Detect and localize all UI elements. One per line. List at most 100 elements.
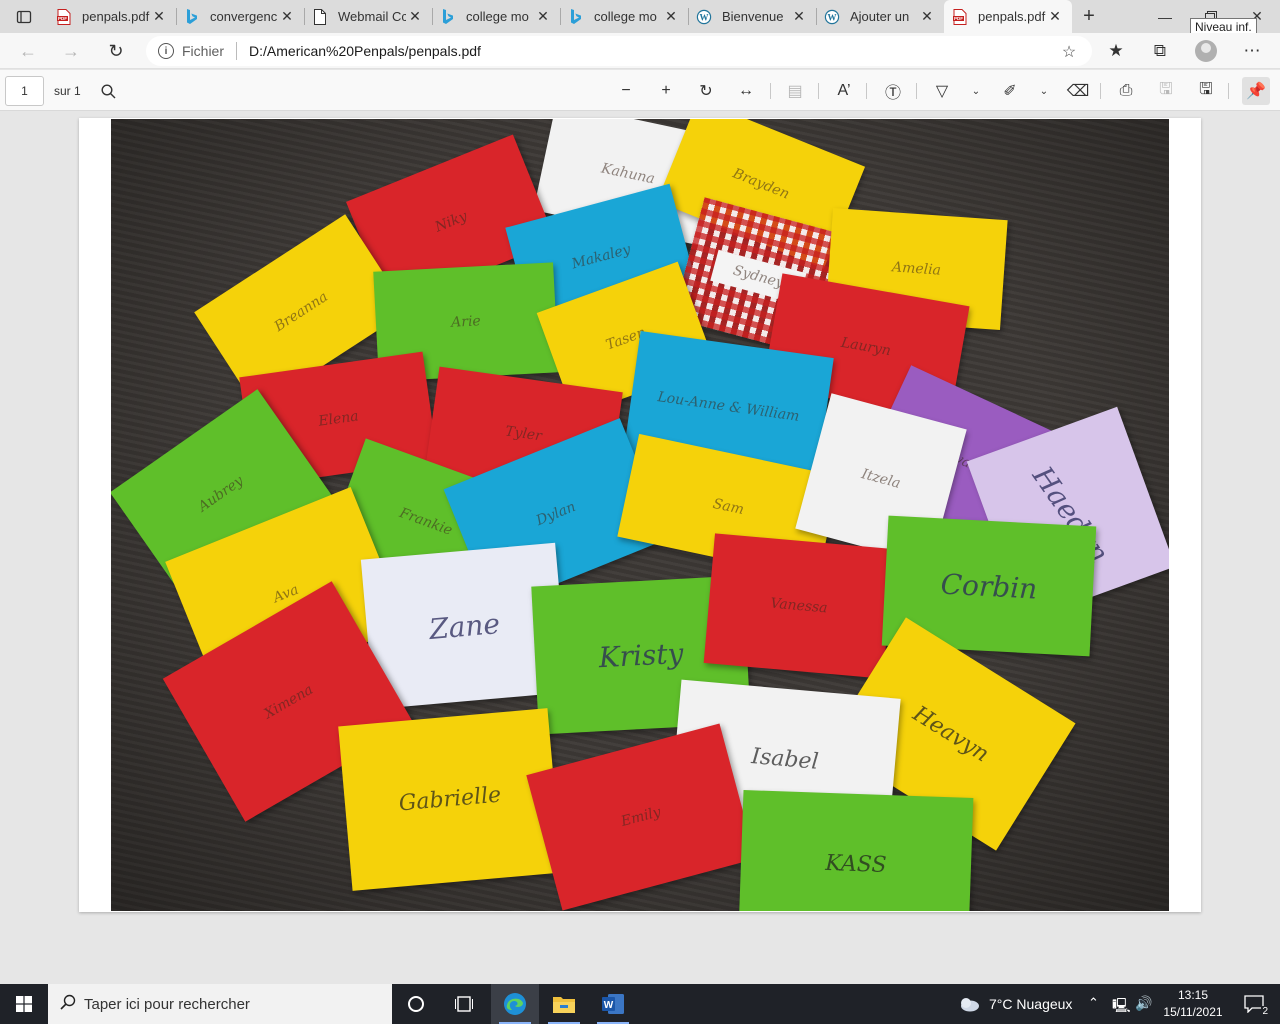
add-text-button[interactable]: Ⓣ bbox=[879, 77, 907, 105]
page-view-button[interactable]: ▤ bbox=[781, 77, 809, 105]
envelope-name: Gabrielle bbox=[397, 782, 503, 817]
close-tab-icon[interactable]: ✕ bbox=[1046, 8, 1064, 25]
envelope: Vanessa bbox=[703, 533, 895, 679]
envelope-name: Lou-Anne & William bbox=[656, 388, 801, 425]
page-number-input[interactable]: 1 bbox=[5, 76, 44, 106]
search-placeholder: Taper ici pour rechercher bbox=[84, 995, 250, 1013]
tab-title: Ajouter un bbox=[850, 9, 910, 24]
envelope-name: Tyler bbox=[504, 423, 543, 445]
cortana-icon bbox=[408, 996, 424, 1012]
close-tab-icon[interactable]: ✕ bbox=[406, 8, 424, 25]
envelope-name: Elena bbox=[317, 408, 360, 430]
rotate-button[interactable]: ↻ bbox=[692, 77, 720, 105]
close-tab-icon[interactable]: ✕ bbox=[662, 8, 680, 25]
pdf-page: Kahuna Brayden Niky Makaley Sydney Amelia Brea… bbox=[79, 118, 1201, 912]
volume-icon[interactable]: 🔊 bbox=[1135, 995, 1152, 1012]
network-icon[interactable]: 🖳 bbox=[1112, 995, 1131, 1019]
tab-4[interactable]: college mo ✕ bbox=[432, 0, 560, 33]
envelope-name: KASS bbox=[824, 850, 888, 878]
zoom-in-button[interactable]: + bbox=[652, 77, 680, 105]
tab-2[interactable]: convergenc ✕ bbox=[176, 0, 304, 33]
envelope-name: Breanna bbox=[271, 288, 331, 335]
new-tab-button[interactable]: + bbox=[1072, 0, 1106, 33]
search-icon bbox=[60, 994, 76, 1015]
url-separator bbox=[236, 42, 238, 60]
print-button[interactable]: ⎙ bbox=[1112, 77, 1140, 105]
zoom-out-button[interactable]: − bbox=[612, 77, 640, 105]
draw-button[interactable]: ▽ bbox=[928, 77, 956, 105]
edge-taskbar-button[interactable] bbox=[491, 984, 539, 1024]
file-explorer-button[interactable] bbox=[540, 984, 588, 1024]
word-button[interactable]: W bbox=[589, 984, 637, 1024]
envelope-name: Brayden bbox=[730, 165, 792, 203]
show-hidden-icons-chevron[interactable]: ⌃ bbox=[1088, 995, 1099, 1011]
read-aloud-button[interactable]: A’ bbox=[830, 77, 858, 105]
weather-text[interactable]: 7°C Nuageux bbox=[989, 996, 1072, 1012]
collections-button[interactable]: ⧉ bbox=[1146, 37, 1174, 65]
close-tab-icon[interactable]: ✕ bbox=[534, 8, 552, 25]
taskbar: Taper ici pour rechercher W 7°C Nuageux … bbox=[0, 984, 1280, 1024]
highlight-options-chevron[interactable]: ⌄ bbox=[1030, 77, 1058, 105]
back-button[interactable]: ← bbox=[13, 37, 43, 65]
envelope-name: Vanessa bbox=[769, 595, 829, 617]
close-tab-icon[interactable]: ✕ bbox=[918, 8, 936, 25]
envelope-name: Sam bbox=[711, 495, 746, 518]
tab-7[interactable]: W Ajouter un ✕ bbox=[816, 0, 944, 33]
envelope-name: Aubrey bbox=[195, 472, 247, 516]
page-icon bbox=[312, 8, 328, 25]
refresh-button[interactable]: ↻ bbox=[101, 37, 131, 65]
close-tab-icon[interactable]: ✕ bbox=[278, 8, 296, 25]
save-button[interactable]: 🖫 bbox=[1152, 77, 1180, 105]
envelope-name: Arie bbox=[450, 313, 482, 331]
draw-options-chevron[interactable]: ⌄ bbox=[962, 77, 990, 105]
close-tab-icon[interactable]: ✕ bbox=[790, 8, 808, 25]
task-view-button[interactable] bbox=[392, 984, 440, 1024]
close-tab-icon[interactable]: ✕ bbox=[150, 8, 168, 25]
tab-6[interactable]: W Bienvenue ✕ bbox=[688, 0, 816, 33]
address-bar[interactable]: i Fichier D:/American%20Penpals/penpals.… bbox=[146, 36, 1092, 66]
tab-title: college mo bbox=[594, 9, 657, 24]
svg-text:W: W bbox=[700, 12, 709, 22]
url-scheme: Fichier bbox=[182, 43, 225, 59]
envelope-name: Itzela bbox=[859, 466, 903, 492]
search-icon bbox=[100, 83, 115, 98]
weather-icon[interactable] bbox=[954, 984, 984, 1024]
more-options-button[interactable]: ⋯ bbox=[1238, 37, 1266, 65]
url-text[interactable]: D:/American%20Penpals/penpals.pdf bbox=[249, 43, 481, 59]
tab-actions-button[interactable] bbox=[0, 0, 48, 33]
pdf-toolbar: 1 sur 1 − + ↻ ↔ ▤ A’ Ⓣ ▽ ⌄ ✐ ⌄ ⌫ ⎙ 🖫 🖫 📌 bbox=[0, 70, 1280, 111]
minimize-button[interactable]: — bbox=[1142, 0, 1188, 33]
fit-page-button[interactable]: ↔ bbox=[732, 77, 760, 105]
avatar[interactable] bbox=[1195, 40, 1217, 62]
task-view-button-2[interactable] bbox=[440, 984, 488, 1024]
find-button[interactable] bbox=[94, 77, 122, 105]
tab-title: Bienvenue bbox=[722, 9, 784, 24]
tab-5[interactable]: college mo ✕ bbox=[560, 0, 688, 33]
pin-toolbar-button[interactable]: 📌 bbox=[1242, 77, 1270, 105]
notifications-button[interactable]: 2 bbox=[1234, 984, 1274, 1024]
highlight-button[interactable]: ✐ bbox=[996, 77, 1024, 105]
chevron-down-icon: ⌄ bbox=[971, 85, 981, 97]
taskbar-search[interactable]: Taper ici pour rechercher bbox=[48, 984, 392, 1024]
add-favorite-icon[interactable]: ☆ bbox=[1060, 42, 1078, 61]
forward-button[interactable]: → bbox=[56, 37, 86, 65]
envelope-name: Kristy bbox=[597, 636, 685, 674]
wordpress-icon: W bbox=[696, 9, 712, 25]
favorites-button[interactable]: ★ bbox=[1102, 37, 1130, 65]
erase-button[interactable]: ⌫ bbox=[1064, 77, 1092, 105]
tab-3[interactable]: Webmail Cc ✕ bbox=[304, 0, 432, 33]
tab-1[interactable]: PDF penpals.pdf ✕ bbox=[48, 0, 176, 33]
envelope: KASS bbox=[738, 790, 974, 911]
bing-icon bbox=[184, 8, 200, 25]
tab-8[interactable]: PDF penpals.pdf ✕ bbox=[944, 0, 1072, 33]
task-view-icon bbox=[455, 996, 473, 1012]
toolbar-separator bbox=[866, 83, 867, 99]
pdf-viewer[interactable]: Kahuna Brayden Niky Makaley Sydney Amelia Brea… bbox=[0, 111, 1280, 985]
info-icon[interactable]: i bbox=[158, 43, 174, 59]
tab-actions-icon bbox=[16, 10, 32, 23]
clock[interactable]: 13:15 15/11/2021 bbox=[1160, 987, 1226, 1021]
start-button[interactable] bbox=[0, 984, 48, 1024]
pdf-icon: PDF bbox=[56, 8, 72, 25]
envelope-name: Amelia bbox=[891, 259, 942, 279]
save-as-button[interactable]: 🖫 bbox=[1192, 77, 1220, 105]
